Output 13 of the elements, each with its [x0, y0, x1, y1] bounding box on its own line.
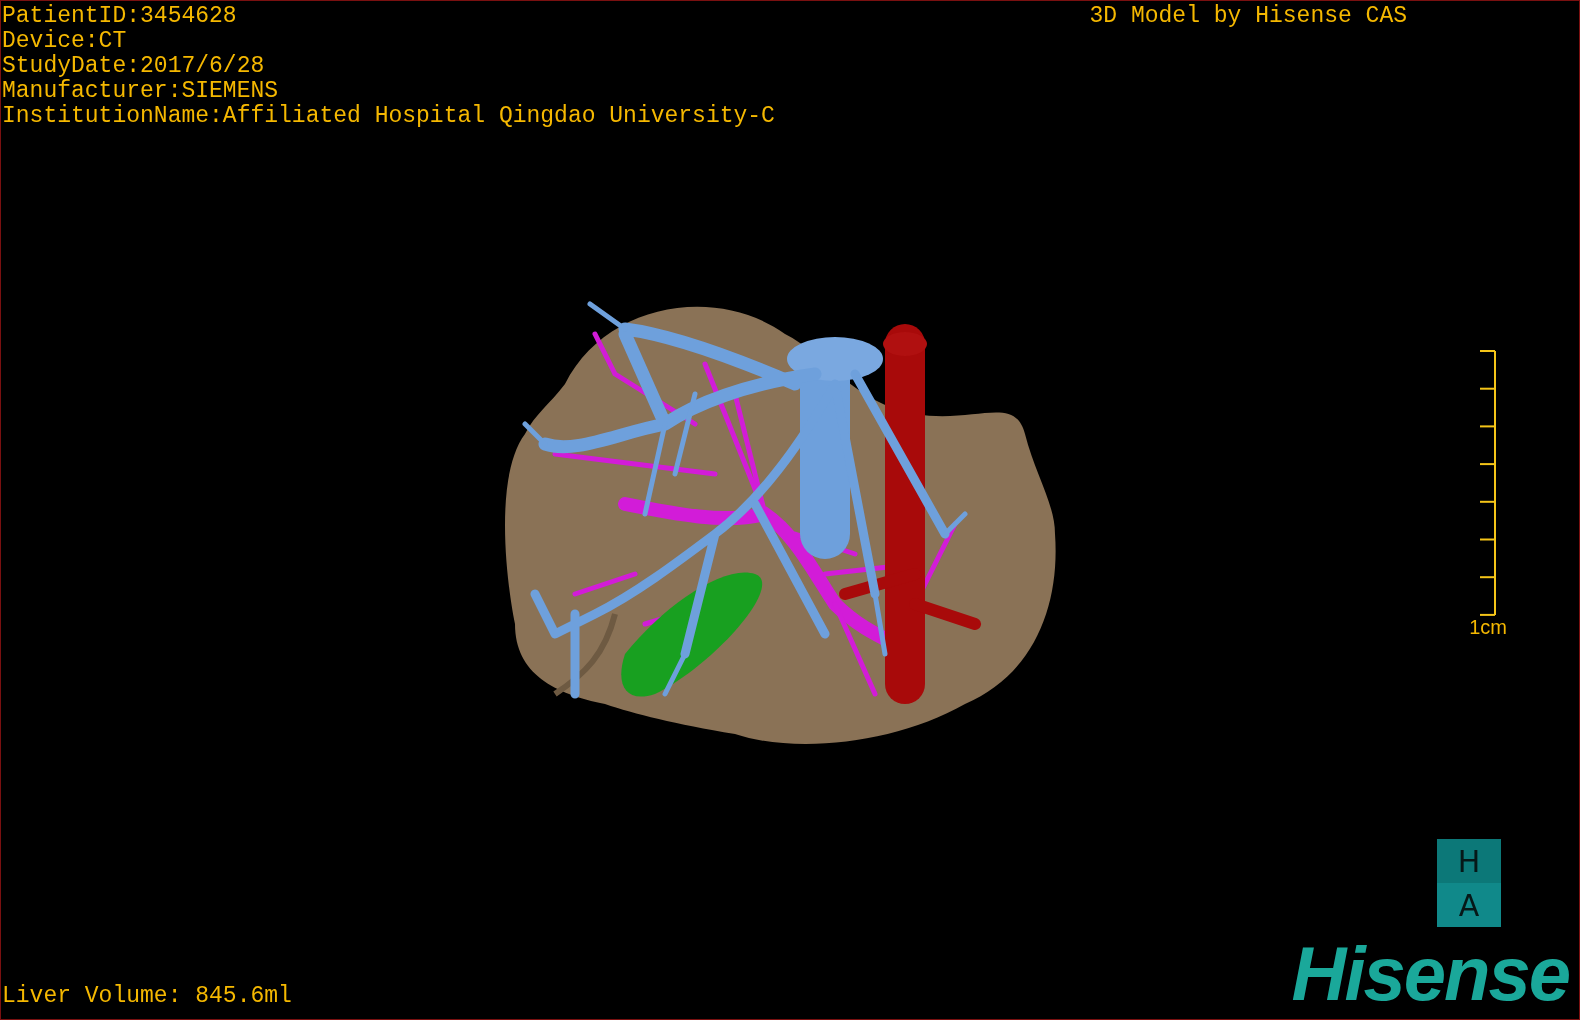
- viewport-3d[interactable]: PatientID:3454628 Device:CT StudyDate:2017/6/28 Manufacturer:SIEMENS InstitutionName:Affiliated Hospital Qingdao University-C 3D Model by Hisense CAS 1cm Liver Volume: 845.6ml H A Hisense: [0, 0, 1580, 1020]
- liver-volume: Liver Volume: 845.6ml: [1, 984, 292, 1011]
- orientation-cube[interactable]: H A: [1437, 839, 1501, 927]
- cube-face: H: [1437, 839, 1501, 883]
- dicom-info-line: Device:CT: [2, 29, 128, 54]
- viewer-title: 3D Model by Hisense CAS: [1089, 2, 1407, 29]
- dicom-info-line: InstitutionName:Affiliated Hospital Qingdao University-C: [2, 104, 775, 129]
- cube-face: A: [1437, 883, 1501, 927]
- dicom-info-line: PatientID:3454628: [2, 4, 238, 29]
- scale-label: 1cm: [1469, 615, 1507, 639]
- dicom-info-line: StudyDate:2017/6/28: [2, 54, 266, 79]
- logo: Hisense: [1291, 939, 1569, 1009]
- dicom-info-line: Manufacturer:SIEMENS: [2, 79, 280, 104]
